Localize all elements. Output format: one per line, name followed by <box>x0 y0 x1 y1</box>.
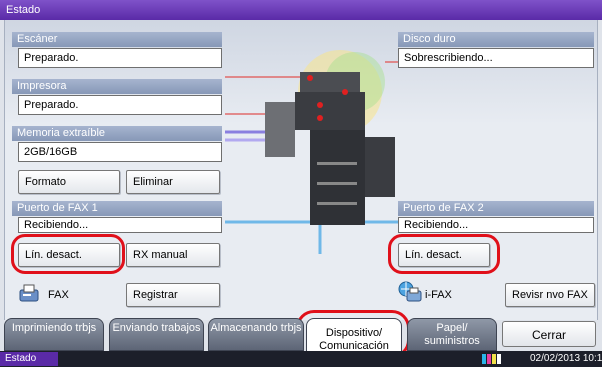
tab-device-communication[interactable]: Dispositivo/ Comunicación <box>306 318 402 352</box>
tab-printing-jobs[interactable]: Imprimiendo trbjs <box>4 318 104 351</box>
status-bar: Estado 02/02/2013 10:10 <box>0 351 602 367</box>
printer-status: Preparado. <box>18 95 222 115</box>
printer-label: Impresora <box>12 79 222 94</box>
memory-capacity: 2GB/16GB <box>18 142 222 162</box>
close-button[interactable]: Cerrar <box>502 321 596 347</box>
fax-label: FAX <box>48 289 69 301</box>
highlight-fax-port-1-line-off <box>11 234 125 274</box>
title-bar: Estado <box>0 0 602 20</box>
delete-button[interactable]: Eliminar <box>126 170 220 194</box>
ifax-icon <box>398 281 422 302</box>
printer-illustration <box>225 50 400 254</box>
format-button[interactable]: Formato <box>18 170 120 194</box>
manual-rx-button[interactable]: RX manual <box>126 243 220 267</box>
screen-title: Estado <box>6 4 41 16</box>
status-screen: Estado Escáner Preparado. Impresora Prep… <box>0 0 602 367</box>
fax-port-2-status: Recibiendo... <box>398 217 594 233</box>
toner-level-icon <box>482 354 501 364</box>
status-label[interactable]: Estado <box>0 352 58 366</box>
fax-port-1-label: Puerto de FAX 1 <box>12 201 222 216</box>
fax-port-1-status: Recibiendo... <box>18 217 222 233</box>
register-button[interactable]: Registrar <box>126 283 220 307</box>
harddisk-status: Sobrescribiendo... <box>398 48 594 68</box>
harddisk-label: Disco duro <box>398 32 594 47</box>
tab-storing-jobs[interactable]: Almacenando trbjs <box>208 318 304 351</box>
fax-icon <box>19 284 39 302</box>
scanner-label: Escáner <box>12 32 222 47</box>
check-new-fax-button[interactable]: Revisr nvo FAX <box>505 283 595 307</box>
memory-label: Memoria extraíble <box>12 126 222 141</box>
tab-sending-jobs[interactable]: Enviando trabajos <box>109 318 204 351</box>
ifax-label: i-FAX <box>425 289 452 301</box>
tab-paper-supplies[interactable]: Papel/ suministros <box>407 318 497 351</box>
highlight-fax-port-2-line-off <box>388 234 500 274</box>
scanner-status: Preparado. <box>18 48 222 68</box>
fax-port-2-label: Puerto de FAX 2 <box>398 201 594 216</box>
datetime: 02/02/2013 10:10 <box>530 353 602 364</box>
